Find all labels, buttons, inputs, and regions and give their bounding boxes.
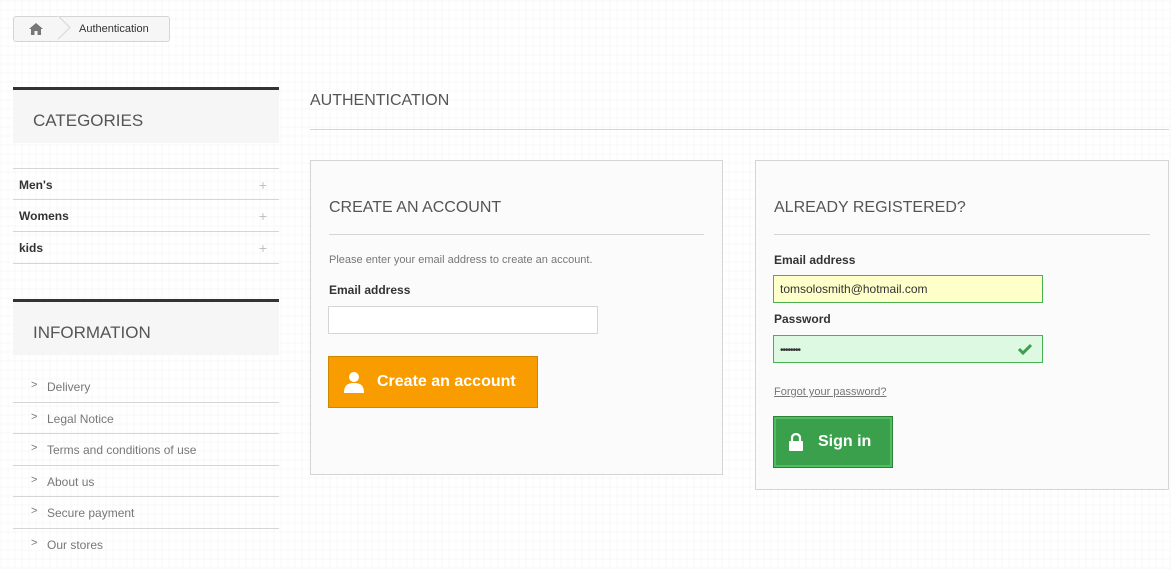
check-icon — [1018, 343, 1032, 356]
create-account-form: CREATE AN ACCOUNT Please enter your emai… — [310, 160, 723, 475]
chevron-right-icon: > — [31, 536, 38, 549]
chevron-right-icon: > — [31, 473, 38, 486]
info-item-our-stores[interactable]: > Our stores — [13, 529, 279, 561]
login-email-input[interactable] — [773, 275, 1043, 303]
page-title: AUTHENTICATION — [310, 92, 450, 109]
info-item-delivery[interactable]: > Delivery — [13, 371, 279, 403]
create-account-button-label: Create an account — [377, 373, 516, 390]
page-heading: AUTHENTICATION — [310, 89, 1169, 130]
create-email-input[interactable] — [328, 306, 598, 334]
create-email-label: Email address — [329, 283, 411, 297]
create-account-title: CREATE AN ACCOUNT — [329, 199, 502, 216]
sign-in-button-label: Sign in — [818, 433, 872, 450]
chevron-right-icon: > — [31, 505, 38, 517]
categories-block-title: CATEGORIES — [13, 87, 279, 143]
plus-icon[interactable]: + — [259, 240, 267, 256]
info-label[interactable]: Delivery — [47, 380, 90, 394]
info-label[interactable]: Our stores — [47, 538, 103, 552]
chevron-right-icon: > — [31, 410, 38, 423]
info-item-about-us[interactable]: > About us — [13, 466, 279, 497]
divider — [329, 234, 704, 235]
category-label[interactable]: kids — [19, 241, 43, 255]
lock-icon — [789, 433, 803, 451]
user-icon — [344, 372, 364, 393]
info-item-legal-notice[interactable]: > Legal Notice — [13, 403, 279, 434]
chevron-right-icon: > — [31, 379, 38, 391]
create-account-description: Please enter your email address to creat… — [329, 254, 593, 266]
information-title: INFORMATION — [33, 323, 151, 342]
category-label[interactable]: Womens — [19, 209, 69, 223]
login-form: ALREADY REGISTERED? Email address Passwo… — [755, 160, 1169, 490]
info-label[interactable]: Secure payment — [47, 506, 134, 520]
home-icon — [29, 23, 43, 35]
info-item-terms[interactable]: > Terms and conditions of use — [13, 434, 279, 466]
info-label[interactable]: Terms and conditions of use — [47, 443, 196, 457]
info-label[interactable]: Legal Notice — [47, 412, 114, 426]
category-item-womens[interactable]: Womens + — [13, 200, 279, 232]
create-account-button[interactable]: Create an account — [328, 356, 538, 408]
info-item-secure-payment[interactable]: > Secure payment — [13, 497, 279, 529]
password-input[interactable]: •••••••• — [773, 335, 1043, 363]
categories-list: Men's + Womens + kids + — [13, 168, 279, 264]
password-value: •••••••• — [780, 345, 801, 356]
login-title: ALREADY REGISTERED? — [774, 199, 966, 216]
plus-icon[interactable]: + — [259, 208, 267, 224]
info-label[interactable]: About us — [47, 475, 94, 489]
divider — [774, 234, 1150, 235]
sign-in-button[interactable]: Sign in — [773, 416, 893, 468]
category-item-mens[interactable]: Men's + — [13, 168, 279, 200]
login-email-label: Email address — [774, 253, 856, 267]
category-label[interactable]: Men's — [19, 178, 53, 192]
categories-title: CATEGORIES — [33, 111, 144, 130]
password-label: Password — [774, 312, 831, 326]
chevron-right-icon: > — [31, 442, 38, 454]
breadcrumb: Authentication — [13, 15, 170, 42]
category-item-kids[interactable]: kids + — [13, 232, 279, 264]
breadcrumb-current: Authentication — [79, 23, 149, 35]
plus-icon[interactable]: + — [259, 177, 267, 193]
information-block-title: INFORMATION — [13, 299, 279, 355]
forgot-password-link[interactable]: Forgot your password? — [774, 386, 887, 398]
information-list: > Delivery > Legal Notice > Terms and co… — [13, 371, 279, 560]
